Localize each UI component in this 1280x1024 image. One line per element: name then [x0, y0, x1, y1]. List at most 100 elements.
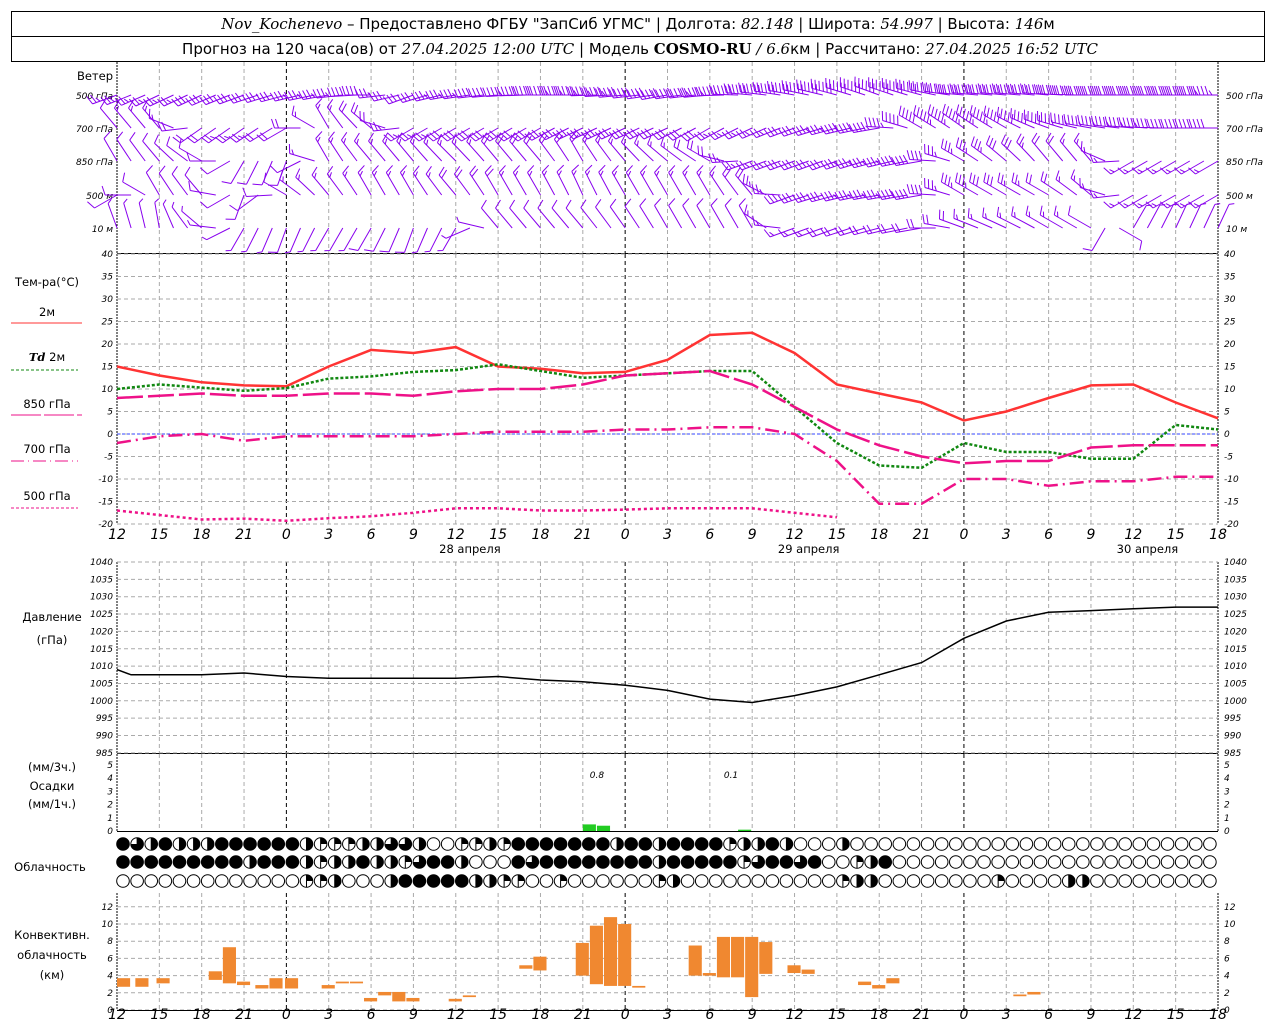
cloud-circle: [977, 837, 991, 851]
cloud-circle: [1047, 837, 1062, 851]
cloud-fill: [461, 855, 469, 869]
x-tick: 21: [574, 1007, 592, 1023]
conv-cloud-bar: [406, 997, 420, 1002]
cloud-circle: [567, 874, 582, 888]
cloud-circle: [130, 874, 144, 888]
x-tick: 6: [705, 527, 714, 543]
cloud-cover-icon: [1203, 855, 1217, 869]
cloud-cover-icon: [1033, 874, 1048, 888]
cloud-cover-icon: [144, 855, 159, 869]
x-tick: 15: [150, 1007, 168, 1023]
wind-barb: [1175, 203, 1192, 229]
y-tick-left: 1010: [90, 662, 113, 672]
conv-label-2: облачность: [17, 948, 87, 962]
x-tick: 0: [959, 527, 968, 543]
x-tick: 15: [1167, 1007, 1185, 1023]
cloud-circle: [934, 874, 949, 888]
cloud-cover-icon: [327, 837, 342, 851]
cloud-fill: [306, 837, 313, 851]
conv-label-3: (км): [40, 968, 65, 982]
x-tick: 6: [705, 1007, 714, 1023]
precip-annotation: 0.8: [590, 771, 605, 781]
cloud-circle: [680, 837, 695, 851]
cloud-cover-icon: [737, 855, 751, 869]
wind-barb: [369, 121, 400, 132]
cloud-fill: [419, 837, 426, 851]
wind-barb: [881, 110, 908, 129]
wind-barb: [1088, 189, 1120, 199]
cloud-cover-icon: [680, 837, 695, 851]
cloud-cover-icon: [850, 837, 864, 851]
cloud-circle: [553, 837, 568, 851]
cloud-cover-icon: [116, 874, 130, 888]
cloud-fill: [673, 874, 680, 888]
cloud-cover-icon: [215, 837, 229, 851]
cloud-cover-icon: [624, 855, 638, 869]
wind-barb: [660, 136, 682, 162]
wind-level-label-right: 500 м: [1226, 192, 1253, 202]
cloud-circle: [920, 837, 935, 851]
cloud-circle: [1188, 874, 1203, 888]
y-tick-left: 40: [102, 250, 114, 260]
wind-barb: [154, 134, 174, 162]
cloud-circle: [963, 855, 977, 869]
cloud-cover-icon: [596, 874, 610, 888]
alt-label: Высота:: [947, 15, 1010, 33]
cloud-cover-icon: [765, 874, 780, 888]
wind-barb: [201, 227, 231, 241]
y-tick-left: 20: [102, 340, 114, 350]
cloud-circle: [1019, 855, 1034, 869]
cloud-cover-icon: [299, 874, 314, 888]
wind-barb: [854, 76, 880, 96]
x-tick: 0: [282, 527, 291, 543]
conv-cloud-bar: [801, 969, 815, 974]
y-tick-right: -5: [1224, 453, 1233, 463]
cloud-cover-icon: [1146, 837, 1161, 851]
y-tick-right: 0: [1224, 430, 1230, 440]
wind-barb: [584, 164, 598, 196]
t850-legend-label: 850 гПа: [23, 397, 70, 411]
cloud-cover-icon: [398, 855, 413, 869]
cloud-fill: [842, 837, 850, 851]
cloud-circle: [1118, 837, 1132, 851]
cloud-fill: [659, 855, 666, 869]
x-tick: 18: [193, 527, 211, 543]
cloud-circle: [1146, 855, 1161, 869]
cloud-cover-icon: [934, 855, 949, 869]
cloud-circle: [342, 874, 356, 888]
y-tick-right: 40: [1224, 250, 1236, 260]
cloud-fill: [348, 855, 356, 869]
cloud-cover-icon: [285, 855, 300, 869]
x-tick: 21: [913, 1007, 931, 1023]
y-tick-right: 1010: [1224, 662, 1247, 672]
cloud-circle: [1146, 837, 1161, 851]
conv-cloud-bar: [745, 936, 759, 998]
conv-cloud-bar: [156, 978, 170, 984]
resolution: 6.6: [766, 40, 790, 58]
cloud-circle: [525, 837, 540, 851]
td-symbol: Td: [29, 350, 46, 364]
cloud-circle: [285, 837, 300, 851]
x-tick: 12: [1124, 1007, 1142, 1023]
wind-barb: [288, 143, 315, 162]
conv-cloud-bar: [236, 981, 251, 986]
cloud-cover-icon: [186, 855, 201, 869]
x-tick: 3: [324, 527, 333, 543]
cloud-circle: [158, 837, 173, 851]
cloud-circle: [694, 874, 709, 888]
cloud-circle: [596, 874, 610, 888]
cloud-circle: [440, 855, 455, 869]
cloud-circle: [1033, 874, 1048, 888]
cloud-fill: [320, 837, 327, 844]
cloud-cover-icon: [1104, 874, 1118, 888]
cloud-cover-icon: [285, 837, 300, 851]
conv-cloud-bar: [364, 997, 378, 1002]
wind-barb: [359, 110, 386, 129]
wind-barb: [696, 165, 711, 196]
wind-barb: [668, 165, 683, 196]
wind-barb: [1040, 171, 1063, 196]
cloud-cover-icon: [680, 855, 695, 869]
precip-tick-left: 4: [107, 774, 113, 784]
cloud-circle: [807, 874, 822, 888]
cloud-circle: [1061, 837, 1076, 851]
